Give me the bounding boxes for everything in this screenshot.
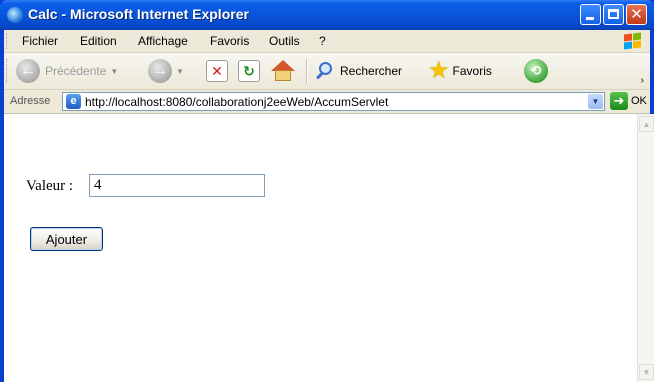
toolbar-separator — [306, 59, 308, 83]
favorites-button[interactable]: ★ Favoris — [428, 58, 492, 84]
forward-button[interactable]: → ▼ — [148, 58, 184, 84]
ie-logo-icon — [7, 7, 23, 23]
close-icon: ✕ — [630, 6, 643, 23]
stop-button[interactable]: ✕ — [206, 58, 228, 84]
minimize-button[interactable] — [580, 4, 601, 25]
star-icon: ★ — [428, 57, 450, 84]
back-arrow-icon: ← — [16, 59, 40, 83]
stop-icon: ✕ — [206, 60, 228, 82]
menu-bar: Fichier Edition Affichage Favoris Outils… — [4, 30, 650, 53]
search-button[interactable]: Rechercher — [314, 58, 402, 84]
menu-affichage[interactable]: Affichage — [138, 34, 188, 48]
search-icon — [314, 60, 336, 82]
maximize-button[interactable] — [603, 4, 624, 25]
address-input[interactable]: e http://localhost:8080/collaborationj2e… — [62, 92, 605, 111]
forward-arrow-icon: → — [148, 59, 172, 83]
standard-toolbar: ← Précédente ▼ → ▼ ✕ ↻ Rechercher ★ Favo… — [4, 53, 650, 90]
vertical-scrollbar[interactable]: ▲ ▼ — [637, 114, 654, 382]
menu-fichier[interactable]: Fichier — [22, 34, 58, 48]
menu-help[interactable]: ? — [319, 34, 326, 48]
address-dropdown-icon[interactable]: ▼ — [588, 94, 603, 109]
history-button[interactable]: ⟲ — [524, 58, 548, 84]
ajouter-button[interactable]: Ajouter — [30, 227, 103, 251]
minimize-icon — [586, 17, 594, 20]
window-title: Calc - Microsoft Internet Explorer — [28, 6, 249, 22]
refresh-button[interactable]: ↻ — [238, 58, 260, 84]
menu-edition[interactable]: Edition — [80, 34, 117, 48]
menubar-grip — [6, 33, 10, 49]
toolbar-grip — [6, 59, 10, 83]
back-label: Précédente — [45, 64, 107, 78]
scroll-down-icon[interactable]: ▼ — [639, 364, 654, 380]
menu-outils[interactable]: Outils — [269, 34, 300, 48]
back-dropdown-icon: ▼ — [110, 66, 119, 76]
go-arrow-icon[interactable]: ➜ — [610, 92, 628, 110]
go-button[interactable]: OK — [631, 95, 647, 107]
toolbar-overflow-icon[interactable]: › — [641, 75, 644, 86]
address-bar: Adresse e http://localhost:8080/collabor… — [4, 90, 650, 114]
close-button[interactable]: ✕ — [626, 4, 647, 25]
menu-favoris[interactable]: Favoris — [210, 34, 249, 48]
forward-dropdown-icon: ▼ — [176, 66, 184, 76]
valeur-input[interactable] — [89, 174, 265, 197]
title-bar[interactable]: Calc - Microsoft Internet Explorer ✕ — [0, 0, 654, 30]
search-label: Rechercher — [340, 64, 403, 78]
history-icon: ⟲ — [524, 59, 548, 83]
page-icon: e — [66, 94, 81, 109]
windows-logo-icon — [618, 31, 646, 51]
address-label: Adresse — [10, 95, 51, 107]
home-icon — [270, 59, 296, 83]
scroll-up-icon[interactable]: ▲ — [639, 116, 654, 132]
valeur-label: Valeur : — [26, 178, 74, 194]
favorites-label: Favoris — [452, 64, 492, 78]
address-url[interactable]: http://localhost:8080/collaborationj2eeW… — [85, 95, 388, 109]
maximize-icon — [608, 9, 619, 19]
refresh-icon: ↻ — [238, 60, 260, 82]
home-button[interactable] — [270, 58, 296, 84]
back-button[interactable]: ← Précédente ▼ — [16, 58, 118, 84]
